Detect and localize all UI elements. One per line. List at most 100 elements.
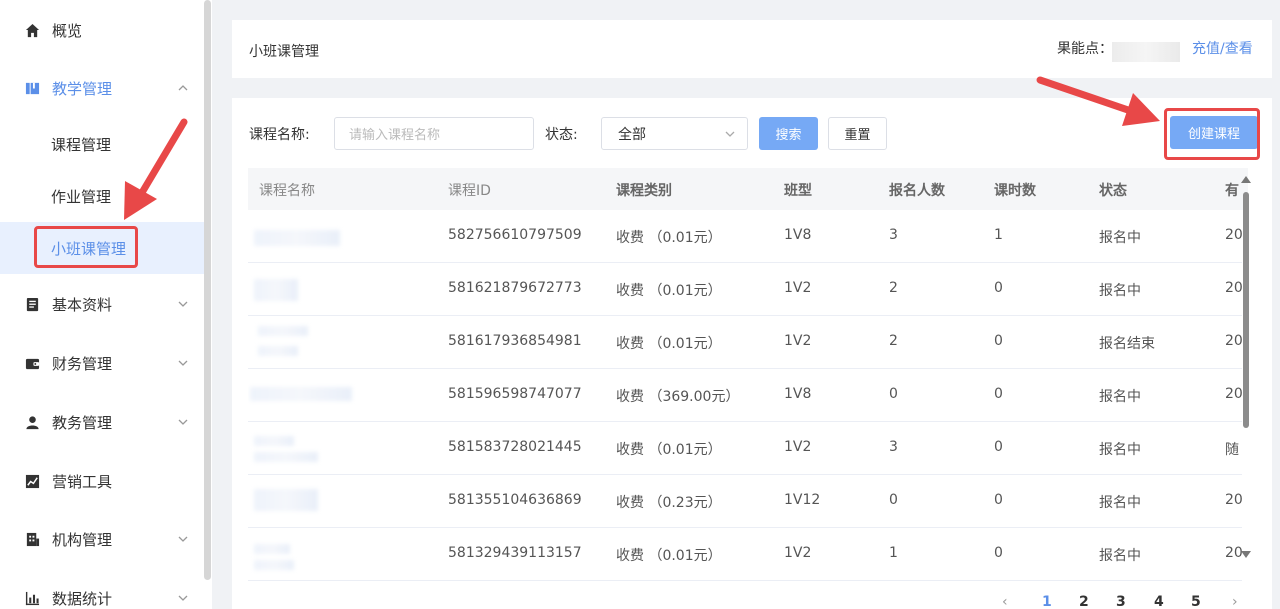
main-panel: 课程名称: 请输入课程名称 状态: 全部 搜索 重置 创建课程 课程名称 课程I…	[232, 98, 1272, 609]
book-icon	[24, 80, 40, 96]
course-name-redacted	[254, 452, 318, 462]
sidebar-item-label: 教务管理	[52, 413, 113, 432]
sidebar-item-label: 机构管理	[52, 530, 113, 549]
sidebar-subitem-small-class-management[interactable]: 小班课管理	[0, 222, 211, 274]
sidebar-item-label: 营销工具	[52, 472, 113, 491]
table-row[interactable]: 581621879672773 收费 （0.01元） 1V2 2 0 报名中 2…	[248, 263, 1242, 316]
pagination-page[interactable]: 2	[1079, 594, 1089, 609]
sidebar-item-label: 财务管理	[52, 354, 113, 373]
sidebar-item-marketing-tools[interactable]: 营销工具	[0, 453, 204, 509]
course-status: 报名中	[1099, 442, 1141, 458]
validity-cell: 20	[1225, 492, 1242, 508]
course-category: 收费 （0.23元）	[616, 495, 722, 511]
enrolled-count: 0	[889, 492, 898, 508]
sidebar-item-organization[interactable]: 机构管理	[0, 511, 204, 567]
course-category: 收费 （0.01元）	[616, 442, 722, 458]
column-header: 有	[1225, 183, 1239, 199]
course-id: 581583728021445	[448, 439, 582, 455]
reset-button[interactable]: 重置	[828, 117, 887, 150]
enrolled-count: 0	[889, 386, 898, 402]
class-type: 1V8	[784, 386, 812, 402]
course-name-redacted	[254, 489, 318, 511]
scroll-down-arrow-icon[interactable]	[1241, 551, 1251, 558]
status-label: 状态:	[545, 127, 578, 143]
lesson-count: 1	[994, 227, 1003, 243]
sidebar-item-overview[interactable]: 概览	[0, 2, 204, 58]
table-row[interactable]: 581583728021445 收费 （0.01元） 1V2 3 0 报名中 随	[248, 422, 1242, 475]
search-button[interactable]: 搜索	[759, 117, 818, 150]
table-scrollbar-thumb[interactable]	[1243, 192, 1249, 428]
course-status: 报名中	[1099, 548, 1141, 564]
user-icon	[24, 414, 40, 430]
validity-cell: 20	[1225, 280, 1242, 296]
chevron-down-icon	[178, 595, 188, 601]
lesson-count: 0	[994, 492, 1003, 508]
pagination-page[interactable]: 1	[1042, 594, 1052, 609]
wallet-icon	[24, 355, 40, 371]
sidebar-scrollbar[interactable]	[204, 0, 211, 580]
table-row[interactable]: 581355104636869 收费 （0.23元） 1V12 0 0 报名中 …	[248, 475, 1242, 528]
sidebar-item-finance[interactable]: 财务管理	[0, 335, 204, 391]
pagination-next-icon[interactable]: ›	[1232, 594, 1238, 609]
course-category: 收费 （0.01元）	[616, 230, 722, 246]
table-row[interactable]: 581329439113157 收费 （0.01元） 1V2 1 0 报名中 2…	[248, 528, 1242, 581]
column-header: 报名人数	[889, 183, 945, 199]
pagination-prev-icon[interactable]: ‹	[1002, 594, 1008, 609]
page-title: 小班课管理	[249, 44, 319, 60]
chevron-down-icon	[178, 419, 188, 425]
course-name-redacted	[254, 560, 294, 570]
class-type: 1V2	[784, 545, 812, 561]
sidebar-item-statistics[interactable]: 数据统计	[0, 570, 204, 609]
sidebar-item-label: 概览	[52, 21, 83, 40]
sidebar-subitem-label: 小班课管理	[51, 239, 127, 258]
scroll-up-arrow-icon[interactable]	[1241, 176, 1251, 183]
sidebar-subitem-label: 作业管理	[51, 187, 112, 206]
course-status: 报名中	[1099, 230, 1141, 246]
validity-cell: 20	[1225, 333, 1242, 349]
balance-value-redacted	[1112, 42, 1180, 62]
course-name-redacted	[250, 387, 352, 401]
chevron-down-icon	[178, 301, 188, 307]
pagination-page[interactable]: 4	[1154, 594, 1164, 609]
chevron-down-icon	[178, 536, 188, 542]
sidebar-subitem-homework-management[interactable]: 作业管理	[0, 170, 204, 222]
enrolled-count: 2	[889, 280, 898, 296]
status-select-value: 全部	[618, 126, 646, 143]
course-name-redacted	[254, 230, 340, 246]
sidebar-item-basic-info[interactable]: 基本资料	[0, 276, 204, 332]
table-row[interactable]: 582756610797509 收费 （0.01元） 1V8 3 1 报名中 2…	[248, 210, 1242, 263]
class-type: 1V8	[784, 227, 812, 243]
lesson-count: 0	[994, 280, 1003, 296]
course-name-redacted	[254, 436, 294, 446]
pagination-page[interactable]: 3	[1116, 594, 1126, 609]
class-type: 1V12	[784, 492, 821, 508]
course-name-input[interactable]: 请输入课程名称	[334, 117, 534, 150]
lesson-count: 0	[994, 439, 1003, 455]
table-row[interactable]: 581596598747077 收费 （369.00元） 1V8 0 0 报名中…	[248, 369, 1242, 422]
sidebar-item-teaching[interactable]: 教学管理	[0, 60, 204, 116]
table-row[interactable]: 581617936854981 收费 （0.01元） 1V2 2 0 报名结束 …	[248, 316, 1242, 369]
course-name-placeholder: 请输入课程名称	[349, 128, 441, 143]
enrolled-count: 1	[889, 545, 898, 561]
lesson-count: 0	[994, 545, 1003, 561]
sidebar-item-academic-affairs[interactable]: 教务管理	[0, 394, 204, 450]
create-course-button[interactable]: 创建课程	[1170, 116, 1258, 149]
sidebar-item-label: 教学管理	[52, 79, 113, 98]
sidebar: 概览 教学管理 课程管理 作业管理 小班课管理 基本资料 财务管理 教务管理 营…	[0, 0, 212, 609]
course-status: 报名中	[1099, 495, 1141, 511]
course-category: 收费 （0.01元）	[616, 283, 722, 299]
trend-chart-icon	[24, 473, 40, 489]
course-id: 581329439113157	[448, 545, 582, 561]
course-name-redacted	[258, 326, 308, 336]
validity-cell: 20	[1225, 227, 1242, 243]
sidebar-subitem-label: 课程管理	[51, 135, 112, 154]
pagination-page[interactable]: 5	[1191, 594, 1201, 609]
sidebar-subitem-course-management[interactable]: 课程管理	[0, 118, 204, 170]
recharge-link[interactable]: 充值/查看	[1192, 38, 1253, 58]
course-name-redacted	[254, 279, 298, 301]
enrolled-count: 3	[889, 439, 898, 455]
status-select[interactable]: 全部	[601, 117, 748, 150]
class-type: 1V2	[784, 280, 812, 296]
course-category: 收费 （0.01元）	[616, 548, 722, 564]
column-header: 状态	[1099, 183, 1127, 199]
